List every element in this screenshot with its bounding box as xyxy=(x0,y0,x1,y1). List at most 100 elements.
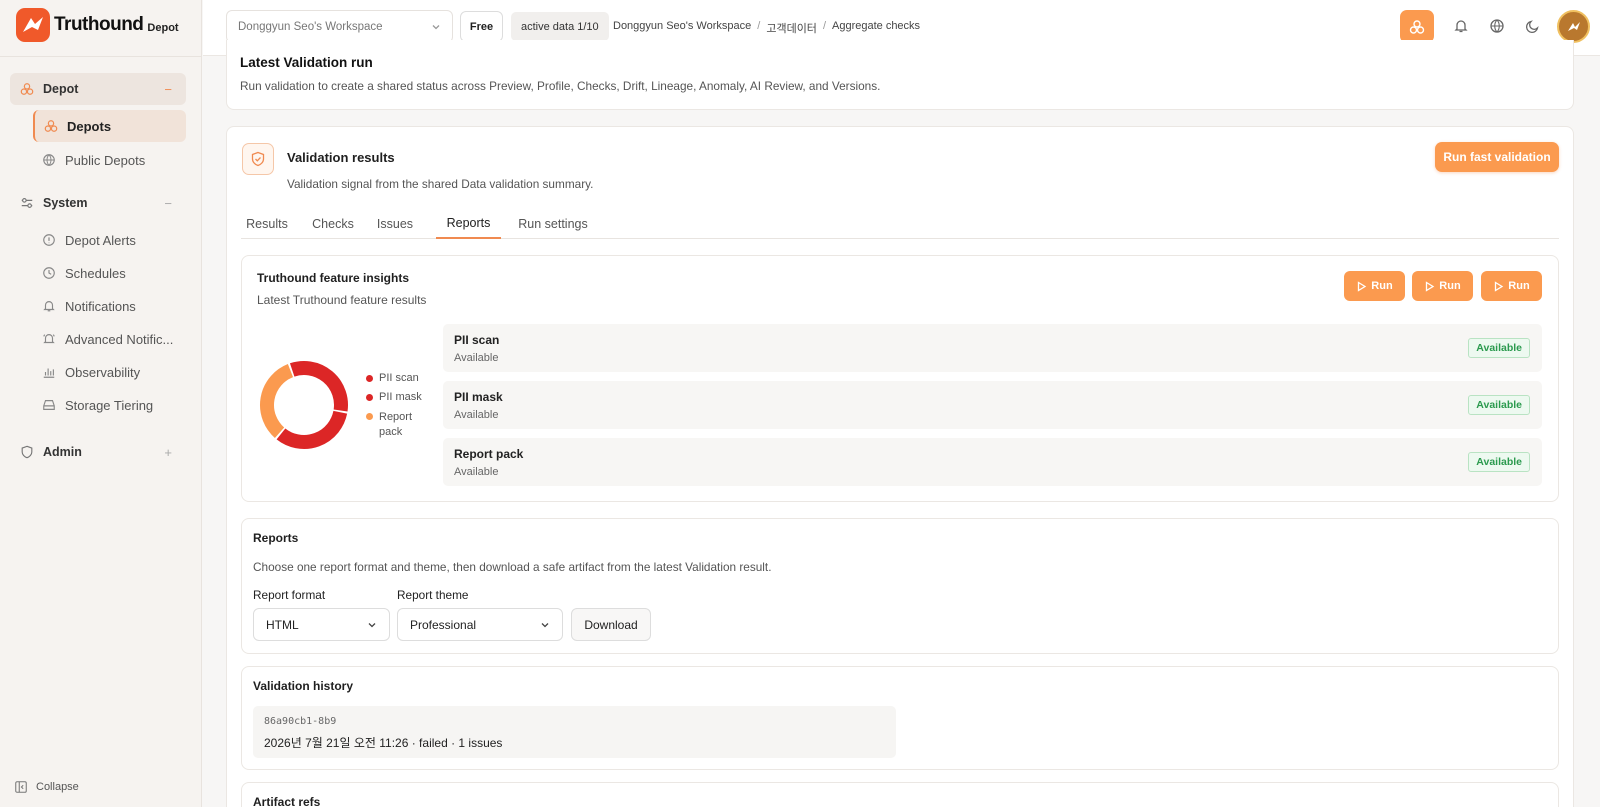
feature-row-pii-mask[interactable]: PII mask Available Available xyxy=(443,381,1542,429)
brand-logo[interactable]: Truthound Depot xyxy=(16,8,179,42)
run-label: Run xyxy=(1508,280,1530,292)
active-data-badge: active data 1/10 xyxy=(511,12,609,41)
bar-chart-icon xyxy=(43,368,55,378)
validation-results-subtitle: Validation signal from the shared Data v… xyxy=(287,177,594,191)
feature-row-report-pack[interactable]: Report pack Available Available xyxy=(443,438,1542,486)
sidebar-item-label: Observability xyxy=(65,364,141,380)
sidebar: Truthound Depot Depot − Depots Public De… xyxy=(0,0,202,807)
legend-swatch xyxy=(366,413,373,420)
sidebar-item-label: Public Depots xyxy=(65,152,146,168)
play-icon xyxy=(1426,280,1435,292)
breadcrumb: Donggyun Seo's Workspace / 고객데이터 / Aggre… xyxy=(613,20,920,36)
tab-results[interactable]: Results xyxy=(241,208,293,239)
legend-label: PII mask xyxy=(379,391,422,403)
report-theme-select[interactable]: Professional xyxy=(397,608,563,641)
clock-icon xyxy=(43,267,55,279)
shield-check-badge xyxy=(242,143,274,175)
status-badge: Available xyxy=(1468,338,1530,358)
tab-run-settings[interactable]: Run settings xyxy=(513,208,593,239)
feature-name: Report pack xyxy=(454,447,524,461)
brand-name: Truthound xyxy=(54,14,144,35)
workspace-select[interactable]: Donggyun Seo's Workspace xyxy=(226,10,453,43)
sidebar-item-public-depots[interactable]: Public Depots xyxy=(33,144,186,176)
artifact-refs-title: Artifact refs xyxy=(253,795,321,807)
chevron-down-icon xyxy=(368,622,376,627)
breadcrumb-depot[interactable]: 고객데이터 xyxy=(766,20,817,36)
report-format-select[interactable]: HTML xyxy=(253,608,390,641)
run-fast-validation-button[interactable]: Run fast validation xyxy=(1435,142,1559,172)
sidebar-item-advanced-notifications[interactable]: Advanced Notific... xyxy=(33,323,186,355)
sidebar-group-depot[interactable]: Depot − xyxy=(10,73,186,105)
sidebar-item-schedules[interactable]: Schedules xyxy=(33,257,186,289)
legend-item-report-pack: Report pack xyxy=(366,410,414,440)
sidebar-item-storage-tiering[interactable]: Storage Tiering xyxy=(33,389,186,421)
fox-logo-icon xyxy=(16,8,50,42)
collapse-group-icon[interactable]: − xyxy=(164,196,172,211)
tab-reports[interactable]: Reports xyxy=(436,208,501,239)
avatar[interactable] xyxy=(1557,10,1590,43)
report-theme-value: Professional xyxy=(410,617,477,632)
chevron-down-icon xyxy=(432,24,440,29)
breadcrumb-workspace[interactable]: Donggyun Seo's Workspace xyxy=(613,20,751,36)
artifact-refs-card xyxy=(241,782,1559,807)
history-run-id: 86a90cb1-8b9 xyxy=(264,716,337,727)
alert-circle-icon xyxy=(43,234,55,246)
reports-subtitle: Choose one report format and theme, then… xyxy=(253,560,772,574)
bell-icon[interactable] xyxy=(1453,18,1469,34)
sidebar-item-label: Depot Alerts xyxy=(65,232,136,248)
history-list-item[interactable]: 86a90cb1-8b9 2026년 7월 21일 오전 11:26 · fai… xyxy=(253,706,896,758)
sidebar-item-notifications[interactable]: Notifications xyxy=(33,290,186,322)
expand-group-icon[interactable]: + xyxy=(164,445,172,460)
feature-status: Available xyxy=(454,466,499,478)
feature-row-pii-scan[interactable]: PII scan Available Available xyxy=(443,324,1542,372)
tab-checks[interactable]: Checks xyxy=(307,208,359,239)
feature-donut-chart xyxy=(260,361,348,449)
globe-icon[interactable] xyxy=(1489,18,1505,34)
sidebar-group-label: Admin xyxy=(43,445,82,459)
history-run-summary: 2026년 7월 21일 오전 11:26 · failed · 1 issue… xyxy=(264,736,503,750)
sidebar-group-admin[interactable]: Admin + xyxy=(10,436,186,468)
depot-switch-button[interactable] xyxy=(1400,10,1434,43)
legend-swatch xyxy=(366,375,373,382)
donut-slice-pii-mask xyxy=(276,410,348,449)
sidebar-group-label: Depot xyxy=(43,82,79,96)
bell-ring-icon xyxy=(43,334,55,344)
collapse-sidebar-button[interactable]: Collapse xyxy=(14,780,79,794)
report-format-label: Report format xyxy=(253,588,326,602)
fox-avatar-icon xyxy=(1567,21,1580,31)
tab-issues[interactable]: Issues xyxy=(375,208,415,239)
chevron-down-icon xyxy=(541,622,549,627)
download-report-button[interactable]: Download xyxy=(571,608,651,641)
run-pii-scan-button[interactable]: Run xyxy=(1344,271,1405,301)
play-icon xyxy=(1358,280,1367,292)
sidebar-item-label: Depots xyxy=(67,118,112,134)
plan-button[interactable]: Free xyxy=(460,11,503,42)
report-format-value: HTML xyxy=(266,617,299,632)
brand-sub: Depot xyxy=(147,22,179,34)
sidebar-collapse-icon xyxy=(15,781,27,793)
feature-insights-title: Truthound feature insights xyxy=(257,271,409,285)
sidebar-group-system[interactable]: System − xyxy=(10,187,186,219)
latest-run-title: Latest Validation run xyxy=(240,55,373,70)
run-report-pack-button[interactable]: Run xyxy=(1481,271,1542,301)
sidebar-item-depots[interactable]: Depots xyxy=(33,110,186,142)
breadcrumb-current: Aggregate checks xyxy=(832,20,921,32)
sidebar-group-label: System xyxy=(43,196,88,210)
reports-title: Reports xyxy=(253,531,299,545)
depot-icon xyxy=(20,83,34,95)
run-pii-mask-button[interactable]: Run xyxy=(1412,271,1473,301)
shield-check-icon xyxy=(251,151,265,167)
depot-icon xyxy=(1409,19,1425,34)
moon-icon[interactable] xyxy=(1525,18,1541,34)
latest-run-subtitle: Run validation to create a shared status… xyxy=(240,79,881,93)
bell-icon xyxy=(43,301,55,312)
workspace-select-value: Donggyun Seo's Workspace xyxy=(238,20,383,33)
collapse-group-icon[interactable]: − xyxy=(164,82,172,97)
legend-item-pii-scan: PII scan xyxy=(366,372,419,384)
sidebar-item-observability[interactable]: Observability xyxy=(33,356,186,388)
run-label: Run xyxy=(1371,280,1393,292)
sidebar-item-depot-alerts[interactable]: Depot Alerts xyxy=(33,224,186,256)
collapse-label: Collapse xyxy=(36,781,79,793)
breadcrumb-separator: / xyxy=(757,20,761,32)
donut-slice-pii-scan xyxy=(289,361,348,412)
